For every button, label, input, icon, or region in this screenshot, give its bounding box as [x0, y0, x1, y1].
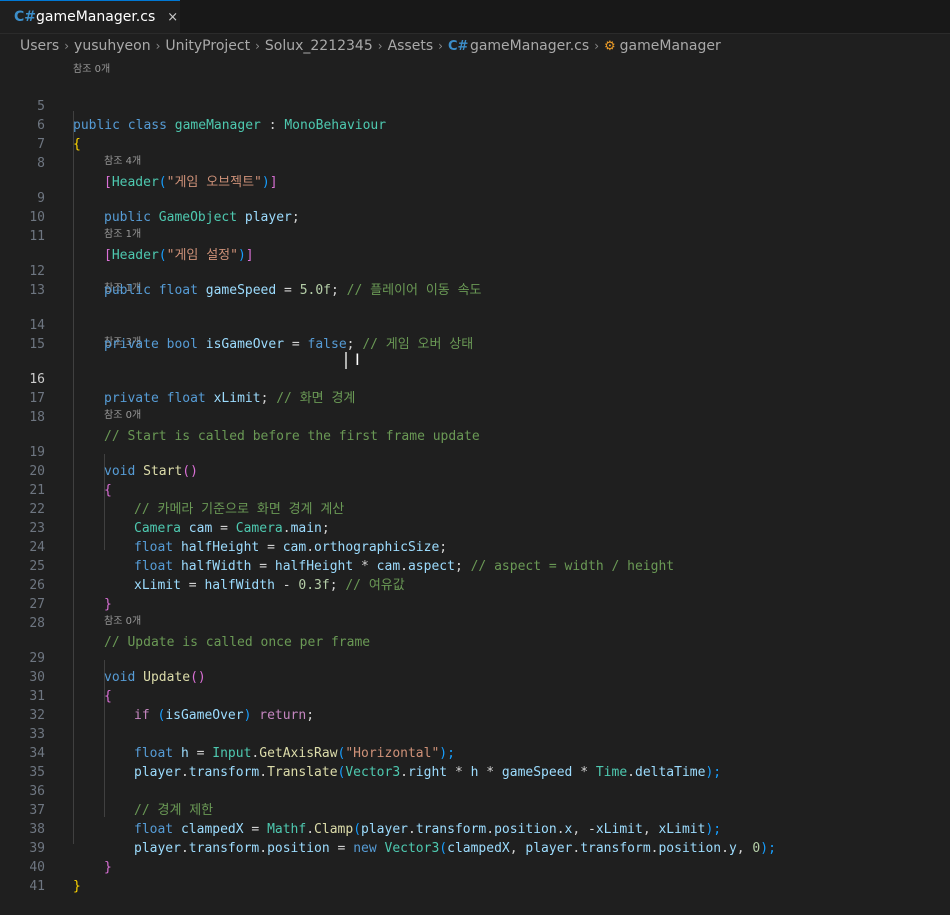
tab-bar: C# gameManager.cs ×	[0, 0, 950, 34]
code-line-active[interactable]: 16 private float xLimit; // 화면 경계 I	[0, 350, 950, 407]
code-line[interactable]: 39 }	[0, 820, 950, 875]
code-line[interactable]: 36 // 경계 제한	[0, 763, 950, 818]
code-line[interactable]: 26 }	[0, 557, 950, 612]
code-line[interactable]: 24 float halfWidth = halfHeight * cam.as…	[0, 519, 950, 574]
code-line[interactable]: 13	[0, 262, 950, 298]
code-line[interactable]: 20 {	[0, 443, 950, 498]
code-line[interactable]: 10	[0, 189, 950, 225]
code-line[interactable]: 7	[0, 116, 950, 152]
code-line[interactable]: 28 // Update is called once per frame	[0, 595, 950, 650]
code-line[interactable]: 34 player.transform.Translate(Vector3.ri…	[0, 725, 950, 780]
breadcrumb-item-file[interactable]: gameManager.cs	[470, 38, 589, 54]
breadcrumb: Users › yusuhyeon › UnityProject › Solux…	[0, 34, 950, 58]
code-line[interactable]: 37 float clampedX = Mathf.Clamp(player.t…	[0, 782, 950, 837]
code-line[interactable]: 33 float h = Input.GetAxisRaw("Horizonta…	[0, 706, 950, 761]
tab-label: gameManager.cs	[36, 9, 156, 25]
chevron-right-icon: ›	[64, 39, 70, 53]
line-content: }	[73, 879, 81, 894]
code-line[interactable]: 14 private bool isGameOver = false; // 게…	[0, 297, 950, 352]
csharp-file-icon: C#	[447, 38, 469, 54]
ibeam-cursor-icon: I	[355, 350, 360, 369]
code-line[interactable]: 23 float halfHeight = cam.orthographicSi…	[0, 500, 950, 555]
breadcrumb-item-class[interactable]: gameManager	[620, 38, 721, 54]
code-lens-references[interactable]: 참조 0개	[104, 409, 141, 423]
tab-gamemanager[interactable]: C# gameManager.cs ×	[0, 0, 180, 33]
chevron-right-icon: ›	[155, 39, 161, 53]
breadcrumb-item-project[interactable]: UnityProject	[165, 38, 250, 54]
code-line[interactable]: 41	[0, 858, 950, 894]
text-cursor	[345, 352, 347, 369]
breadcrumb-item-users[interactable]: Users	[20, 38, 59, 54]
breadcrumb-item-user[interactable]: yusuhyeon	[74, 38, 151, 54]
code-line[interactable]: 32	[0, 687, 950, 723]
code-line[interactable]: 30 {	[0, 649, 950, 704]
line-number: 41	[29, 879, 45, 894]
code-line[interactable]: 15	[0, 316, 950, 352]
close-icon[interactable]: ×	[167, 10, 178, 25]
code-lens-references[interactable]: 참조 4개	[104, 155, 141, 169]
code-line[interactable]: 6 {	[0, 97, 950, 152]
chevron-right-icon: ›	[594, 39, 599, 53]
code-lens-references[interactable]: 참조 1개	[104, 228, 141, 242]
breadcrumb-item-assets[interactable]: Assets	[388, 38, 434, 54]
class-symbol-icon: ⚙	[604, 38, 616, 54]
code-line[interactable]: 8 [Header("게임 오브젝트")]	[0, 135, 950, 190]
code-line[interactable]: 19 void Start()	[0, 424, 950, 479]
code-line[interactable]: 17	[0, 370, 950, 406]
code-line[interactable]: 9 public GameObject player;	[0, 170, 950, 225]
breadcrumb-item-folder[interactable]: Solux_2212345	[265, 38, 373, 54]
code-lens-references[interactable]: 참조 0개	[73, 63, 110, 77]
code-line[interactable]: 38 player.transform.position = new Vecto…	[0, 801, 950, 856]
code-line[interactable]: 18 // Start is called before the first f…	[0, 389, 950, 444]
code-line[interactable]: 5 public class gameManager : MonoBehavio…	[0, 78, 950, 133]
code-line[interactable]: 27	[0, 576, 950, 612]
code-line[interactable]: 40 }	[0, 839, 950, 894]
code-line[interactable]: 31 if (isGameOver) return;	[0, 668, 950, 723]
code-line[interactable]: 35	[0, 744, 950, 780]
chevron-right-icon: ›	[438, 39, 443, 53]
code-lens-references[interactable]: 참조 0개	[104, 615, 141, 629]
code-line[interactable]: 22 Camera cam = Camera.main;	[0, 481, 950, 536]
code-line[interactable]: 29 void Update()	[0, 630, 950, 685]
chevron-right-icon: ›	[377, 39, 383, 53]
code-line[interactable]: 12 public float gameSpeed = 5.0f; // 플레이…	[0, 243, 950, 298]
code-editor[interactable]: 참조 0개 참조 4개 참조 1개 참조 1개 참조 3개 참조 0개 참조 0…	[0, 60, 950, 894]
code-line[interactable]: 21 // 카메라 기준으로 화면 경계 계산	[0, 462, 950, 517]
code-line[interactable]: 25 xLimit = halfWidth - 0.3f; // 여유값	[0, 538, 950, 593]
chevron-right-icon: ›	[255, 39, 260, 53]
code-line[interactable]: 11 [Header("게임 설정")]	[0, 208, 950, 263]
csharp-file-icon: C#	[14, 9, 37, 25]
